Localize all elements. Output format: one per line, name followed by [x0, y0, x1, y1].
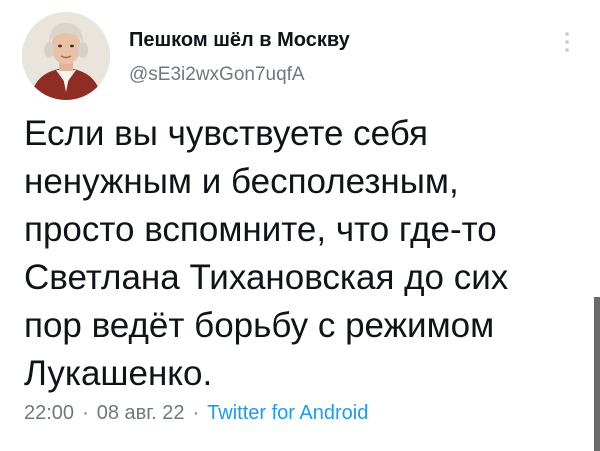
tweet-time[interactable]: 22:00	[24, 402, 74, 424]
tweet-text-line: ненужным и бесполезным,	[24, 162, 459, 201]
scrollbar[interactable]	[594, 297, 600, 451]
tweet-text-line: Светлана Тихановская до сих	[24, 258, 509, 297]
tweet-date[interactable]: 08 авг. 22	[97, 402, 185, 424]
tweet-text: Если вы чувствуете себя ненужным и беспо…	[24, 110, 580, 398]
display-name[interactable]: Пешком шёл в Москву	[129, 29, 350, 52]
tweet-source-link[interactable]: Twitter for Android	[207, 402, 368, 424]
tweet-text-line: Лукашенко.	[24, 354, 213, 393]
portrait-avatar-icon	[22, 12, 110, 100]
tweet-meta: 22:00 · 08 авг. 22 · Twitter for Android	[24, 402, 368, 425]
avatar[interactable]	[22, 12, 110, 100]
tweet-card: Пешком шёл в Москву @sE3i2wxGon7uqfA Есл…	[0, 0, 600, 451]
tweet-text-line: Если вы чувствуете себя	[24, 114, 428, 153]
tweet-text-line: просто вспомните, что где-то	[24, 210, 497, 249]
tweet-text-line: пор ведёт борьбу с режимом	[24, 306, 495, 345]
user-handle[interactable]: @sE3i2wxGon7uqfA	[129, 64, 305, 86]
separator-dot: ·	[192, 402, 200, 424]
separator-dot: ·	[82, 402, 89, 424]
more-vertical-icon[interactable]	[561, 28, 573, 58]
